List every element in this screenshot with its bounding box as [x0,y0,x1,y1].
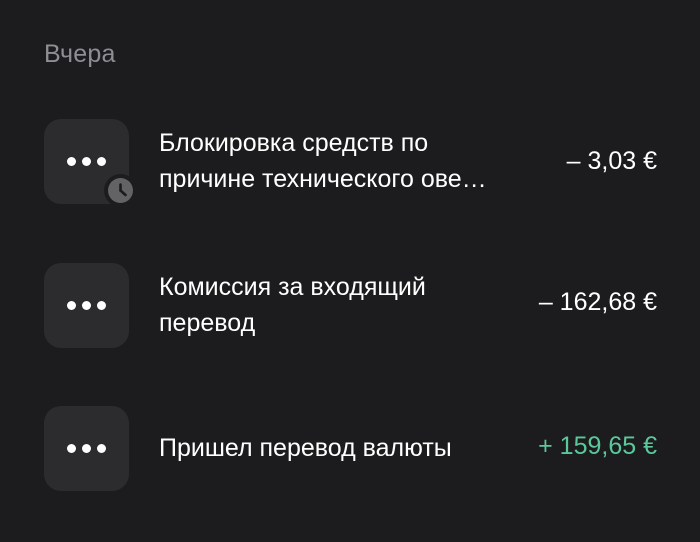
transaction-row[interactable]: Блокировка средств по причине техническо… [0,119,700,207]
transaction-icon-tile [44,406,129,491]
transaction-row[interactable]: Комиссия за входящий перевод – 162,68 € [0,263,700,349]
section-title: Вчера [44,40,116,68]
clock-icon [119,183,127,197]
more-dots-icon [44,444,129,453]
pending-badge [104,174,137,207]
more-dots-icon [44,301,129,310]
transaction-title-line: перевод [159,309,256,337]
transaction-amount: + 159,65 € [538,432,657,460]
transaction-icon-tile [44,263,129,348]
transaction-title-line: Блокировка средств по [159,129,429,157]
transaction-row[interactable]: Пришел перевод валюты + 159,65 € [0,406,700,492]
transaction-title-line: Пришел перевод валюты [159,434,452,462]
more-dots-icon [44,157,129,166]
transaction-title-line: причине технического ове… [159,165,487,193]
transaction-title: Пришел перевод валюты [159,430,499,466]
transaction-title: Блокировка средств по причине техническо… [159,125,499,197]
transaction-title: Комиссия за входящий перевод [159,269,499,341]
transaction-amount: – 162,68 € [538,288,657,316]
transaction-amount: – 3,03 € [566,147,657,175]
transaction-title-line: Комиссия за входящий [159,273,426,301]
